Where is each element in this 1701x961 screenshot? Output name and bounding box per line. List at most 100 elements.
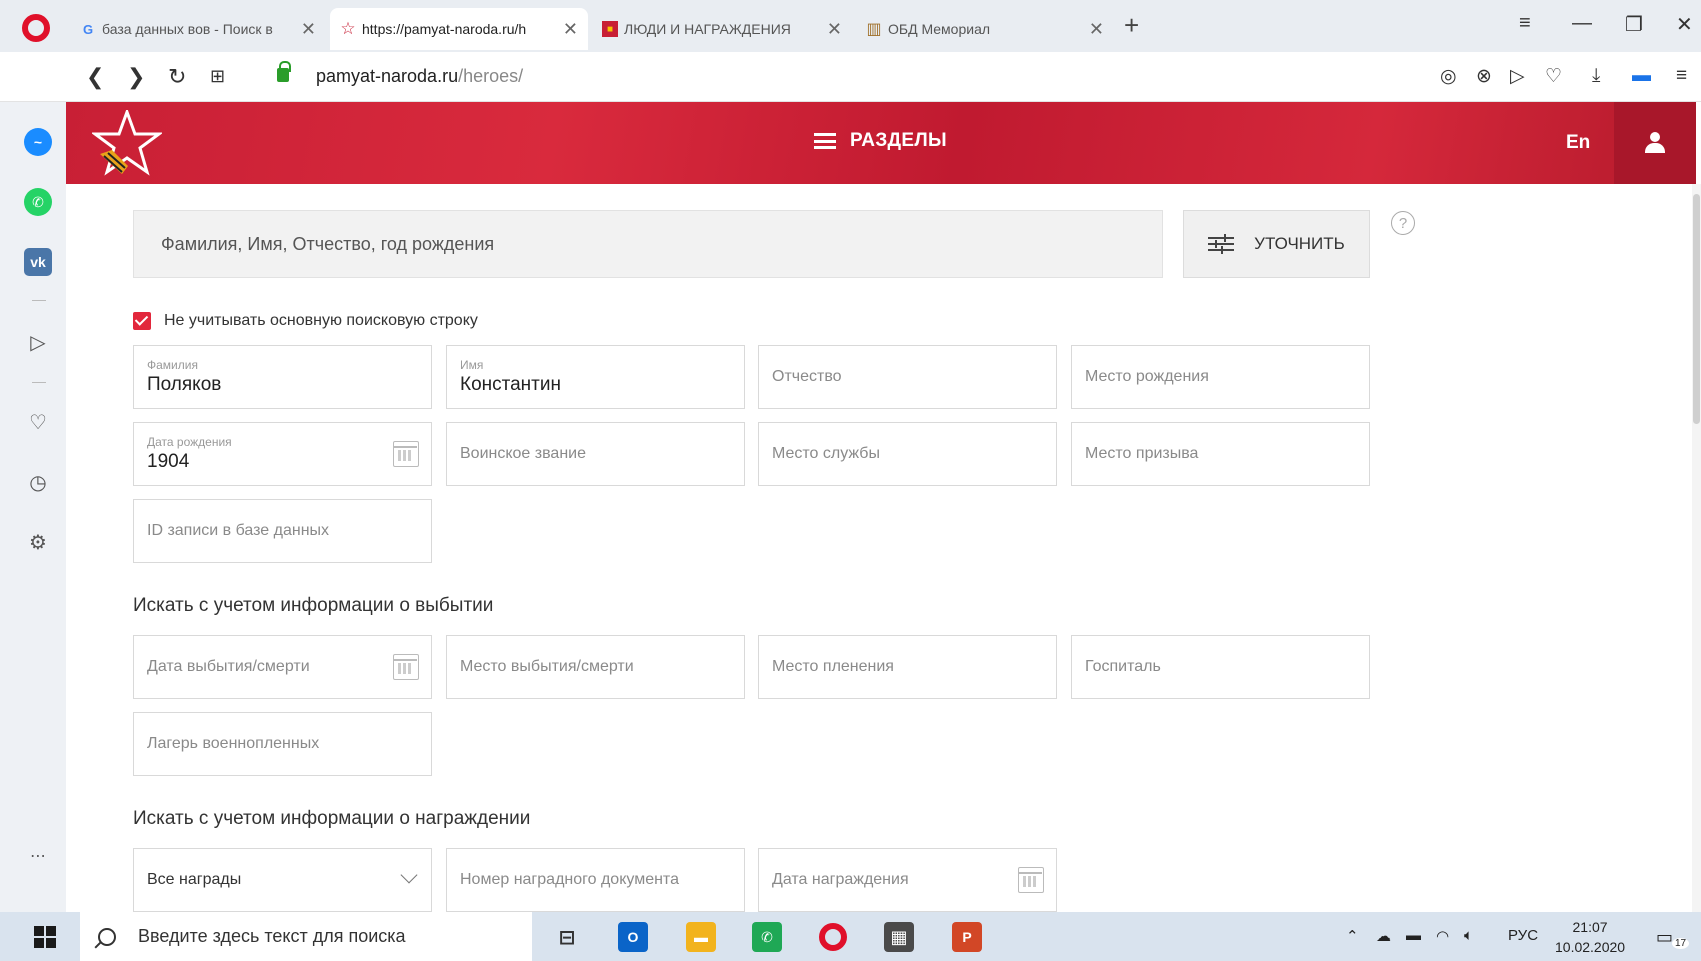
help-icon[interactable]: ? [1391,211,1415,235]
taskbar-clock[interactable]: 21:07 10.02.2020 [1555,917,1625,957]
close-tab-icon[interactable]: ✕ [301,19,316,40]
adblock-icon[interactable]: ⊗ [1476,65,1492,88]
snapshot-icon[interactable]: ◎ [1440,65,1457,88]
lock-icon[interactable] [277,61,291,82]
main-search-input[interactable] [134,211,1162,277]
surname-value: Поляков [147,374,222,395]
history-clock-icon[interactable]: ◷ [24,468,52,496]
name-field[interactable]: Имя Константин [446,345,745,409]
send-icon[interactable]: ▷ [1510,65,1525,88]
outlook-icon[interactable]: O [618,922,648,952]
service-place-field[interactable]: Место службы [758,422,1057,486]
vk-icon[interactable]: vk [24,248,52,276]
new-tab-button[interactable]: + [1124,10,1139,41]
bookmark-heart-icon[interactable]: ♡ [1545,65,1562,88]
sections-menu-button[interactable]: РАЗДЕЛЫ [814,130,947,152]
calendar-icon[interactable] [393,441,419,467]
tab-obd-memorial[interactable]: ▥ ОБД Мемориал ✕ [856,8,1114,50]
record-id-placeholder: ID записи в базе данных [147,522,330,539]
windows-start-icon[interactable] [34,926,56,948]
minimize-button[interactable]: — [1572,12,1592,35]
close-tab-icon[interactable]: ✕ [563,19,578,40]
scrollbar-thumb[interactable] [1693,194,1700,424]
back-button[interactable]: ❮ [86,64,104,90]
ignore-main-search-option[interactable]: Не учитывать основную поисковую строку [133,312,478,330]
sidebar-divider [32,300,46,301]
calendar-icon[interactable] [393,654,419,680]
record-id-field[interactable]: ID записи в базе данных [133,499,432,563]
death-date-field[interactable]: Дата выбытия/смерти [133,635,432,699]
opera-logo-icon[interactable] [22,14,50,42]
whatsapp-app-icon[interactable]: ✆ [752,922,782,952]
reload-button[interactable]: ↻ [168,64,186,90]
flow-send-icon[interactable]: ▷ [24,328,52,356]
award-doc-number-field[interactable]: Номер наградного документа [446,848,745,912]
birthplace-field[interactable]: Место рождения [1071,345,1370,409]
sections-label: РАЗДЕЛЫ [850,130,947,151]
notifications-icon[interactable]: ▭ [1656,927,1673,948]
awards-section-title: Искать с учетом информации о награждении [133,808,531,829]
site-header: РАЗДЕЛЫ En [66,102,1696,184]
tab-title: база данных вов - Поиск в [102,21,273,37]
star-logo-icon[interactable] [92,110,162,176]
main-search-field[interactable] [133,210,1163,278]
messenger-icon[interactable]: ~ [24,128,52,156]
close-tab-icon[interactable]: ✕ [1089,19,1104,40]
task-view-icon[interactable]: ⊟ [552,922,582,952]
surname-field[interactable]: Фамилия Поляков [133,345,432,409]
tab-search[interactable]: G база данных вов - Поиск в ✕ [70,8,326,50]
calculator-icon[interactable]: ▦ [884,922,914,952]
tab-title: ОБД Мемориал [888,21,991,37]
birthdate-field[interactable]: Дата рождения 1904 [133,422,432,486]
clock-date: 10.02.2020 [1555,939,1626,955]
rank-field[interactable]: Воинское звание [446,422,745,486]
restore-button[interactable]: ❐ [1625,12,1643,37]
taskbar-search-placeholder: Введите здесь текст для поиска [138,926,406,946]
file-explorer-icon[interactable]: ▬ [686,922,716,952]
settings-gear-icon[interactable]: ⚙ [24,528,52,556]
user-account-button[interactable] [1614,102,1696,184]
refine-button[interactable]: УТОЧНИТЬ [1183,210,1370,278]
input-language[interactable]: РУС [1508,927,1538,944]
more-icon[interactable]: ⋯ [24,842,52,870]
draft-place-placeholder: Место призыва [1085,445,1199,462]
tab-pamyat-naroda[interactable]: ☆ https://pamyat-naroda.ru/h ✕ [330,8,588,50]
speed-dial-icon[interactable]: ⊞ [210,66,225,87]
pow-camp-placeholder: Лагерь военнопленных [147,735,320,752]
award-date-field[interactable]: Дата награждения [758,848,1057,912]
opera-app-icon[interactable] [818,922,848,952]
volume-icon[interactable]: 🔈︎ [1464,927,1473,944]
whatsapp-icon[interactable]: ✆ [24,188,52,216]
wifi-icon[interactable]: ◠ [1436,927,1449,945]
language-switch[interactable]: En [1566,132,1590,154]
calendar-icon[interactable] [1018,867,1044,893]
hospital-field[interactable]: Госпиталь [1071,635,1370,699]
battery-saver-icon[interactable]: ▬ [1632,65,1651,87]
page-scrollbar[interactable] [1692,184,1701,912]
onedrive-icon[interactable]: ☁ [1376,927,1391,945]
pow-camp-field[interactable]: Лагерь военнопленных [133,712,432,776]
tab-menu-icon[interactable]: ≡ [1519,12,1531,35]
close-window-button[interactable]: ✕ [1676,12,1693,37]
bookmarks-heart-icon[interactable]: ♡ [24,408,52,436]
capture-place-field[interactable]: Место пленения [758,635,1057,699]
close-tab-icon[interactable]: ✕ [827,19,842,40]
draft-place-field[interactable]: Место призыва [1071,422,1370,486]
clock-time: 21:07 [1572,919,1608,935]
ignore-main-search-checkbox[interactable] [133,312,151,330]
award-select[interactable]: Все награды [133,848,432,912]
tab-people-awards[interactable]: ■ ЛЮДИ И НАГРАЖДЕНИЯ ✕ [592,8,852,50]
name-value: Константин [460,374,561,395]
powerpoint-icon[interactable]: P [952,922,982,952]
forward-button[interactable]: ❯ [127,64,145,90]
easy-setup-icon[interactable]: ≡ [1676,65,1687,87]
patronymic-field[interactable]: Отчество [758,345,1057,409]
url-field[interactable]: pamyat-naroda.ru/heroes/ [316,66,523,87]
address-bar: ❮ ❯ ↻ ⊞ pamyat-naroda.ru/heroes/ ◎ ⊗ ▷ ♡… [0,52,1701,102]
tray-expand-icon[interactable]: ⌃ [1346,927,1359,945]
windows-taskbar: Введите здесь текст для поиска ⊟ O ▬ ✆ ▦… [0,912,1701,961]
death-place-field[interactable]: Место выбытия/смерти [446,635,745,699]
taskbar-search[interactable]: Введите здесь текст для поиска [80,912,532,961]
battery-icon[interactable]: ▬ [1406,927,1421,944]
download-icon[interactable]: ⤓ [1592,65,1600,87]
